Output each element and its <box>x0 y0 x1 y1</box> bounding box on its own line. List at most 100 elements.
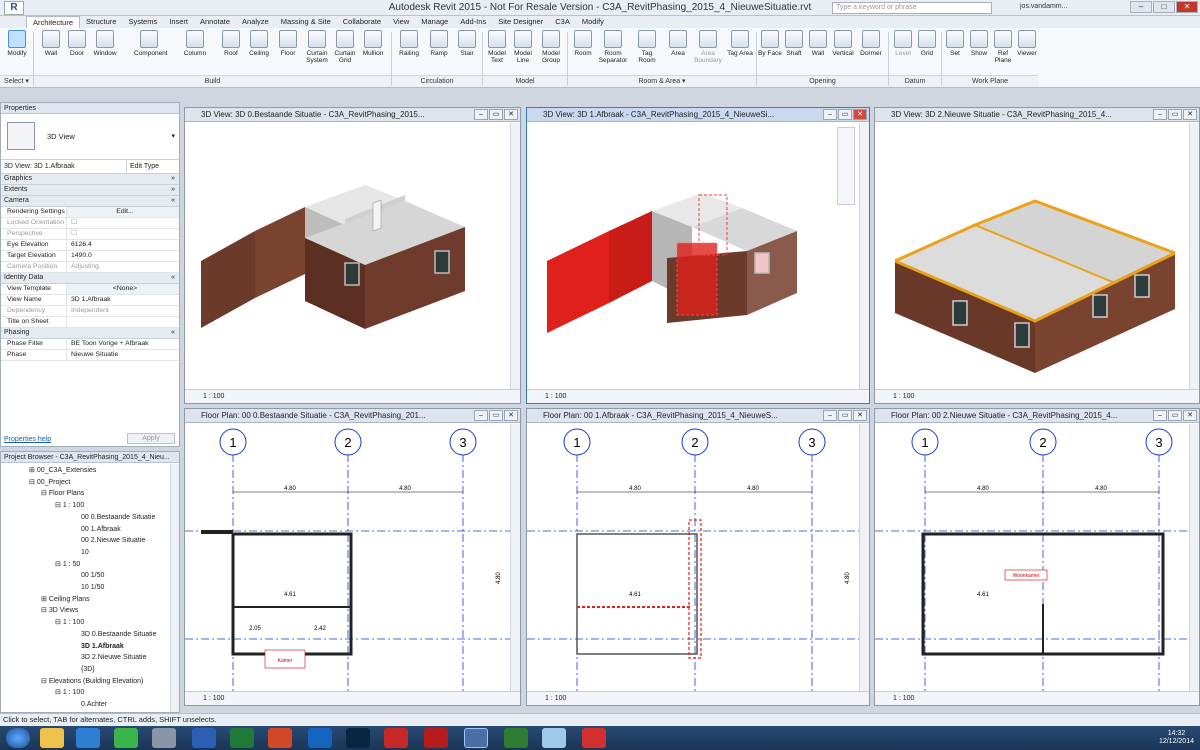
autocad-icon[interactable] <box>424 728 448 748</box>
view-floorplan-nieuwe[interactable]: Floor Plan: 00 2.Nieuwe Situatie - C3A_R… <box>874 408 1200 706</box>
minimize-view-button[interactable]: – <box>823 109 837 120</box>
view-scrollbar[interactable] <box>1189 424 1199 691</box>
type-selector[interactable]: 3D View ▾ <box>1 114 179 160</box>
view-scrollbar[interactable] <box>859 123 869 389</box>
prop-row[interactable]: Target Elevation 1490.0 <box>1 251 179 262</box>
tab-c3a[interactable]: C3A <box>549 16 576 28</box>
view-scale[interactable]: 1 : 100 <box>893 695 914 702</box>
tab-view[interactable]: View <box>387 16 415 28</box>
search-input[interactable]: Type a keyword or phrase <box>832 2 992 14</box>
instance-selector[interactable]: 3D View: 3D 1.Afbraak <box>1 160 127 173</box>
tag-area-button[interactable]: Tag Area <box>727 30 753 57</box>
tree-item[interactable]: ⊟ 1 : 100 <box>1 500 179 512</box>
minimize-view-button[interactable]: – <box>474 410 488 421</box>
prop-row[interactable]: Eye Elevation 6126.4 <box>1 240 179 251</box>
prop-row[interactable]: Phase Nieuwe Situatie <box>1 350 179 361</box>
model-line-button[interactable]: Model Line <box>510 30 536 64</box>
tree-item[interactable]: ⊞ 00_C3A_Extensies <box>1 465 179 477</box>
opening-wall-button[interactable]: Wall <box>805 30 831 57</box>
view-canvas[interactable] <box>185 123 520 389</box>
vertical-button[interactable]: Vertical <box>830 30 856 57</box>
tab-structure[interactable]: Structure <box>80 16 122 28</box>
ceiling-button[interactable]: Ceiling <box>246 30 272 57</box>
tree-item[interactable]: 00 0.Bestaande Situatie <box>1 512 179 524</box>
mullion-button[interactable]: Mullion <box>360 30 386 57</box>
tab-manage[interactable]: Manage <box>415 16 454 28</box>
close-view-button[interactable]: ✕ <box>504 109 518 120</box>
tab-insert[interactable]: Insert <box>163 16 194 28</box>
restore-view-button[interactable]: ▭ <box>838 410 852 421</box>
tab-add-ins[interactable]: Add-Ins <box>454 16 492 28</box>
network-icon[interactable] <box>152 728 176 748</box>
component-button[interactable]: Component <box>134 30 168 57</box>
app-icon[interactable] <box>542 728 566 748</box>
minimize-view-button[interactable]: – <box>1153 109 1167 120</box>
view-scrollbar[interactable] <box>510 424 520 691</box>
group-camera[interactable]: Camera « <box>1 196 179 207</box>
view-floorplan-bestaande[interactable]: Floor Plan: 00 0.Bestaande Situatie - C3… <box>184 408 521 706</box>
tab-modify[interactable]: Modify <box>576 16 610 28</box>
ramp-button[interactable]: Ramp <box>426 30 452 57</box>
prop-row[interactable]: Locked Orientation ☐ <box>1 218 179 229</box>
view-scrollbar[interactable] <box>510 123 520 389</box>
system-clock[interactable]: 14:32 12/12/2014 <box>1159 730 1194 746</box>
tree-item[interactable]: 10 1/50 <box>1 582 179 594</box>
edit-type-button[interactable]: Edit Type <box>127 160 179 173</box>
tree-item[interactable]: ⊞ Ceiling Plans <box>1 594 179 606</box>
maximize-button[interactable]: □ <box>1153 1 1175 13</box>
panel-select[interactable]: Select ▾ <box>0 75 33 87</box>
group-phasing[interactable]: Phasing « <box>1 328 179 339</box>
tree-item[interactable]: ⊟ 00_Project <box>1 477 179 489</box>
group-extents[interactable]: Extents» <box>1 185 179 196</box>
tab-massing-site[interactable]: Massing & Site <box>275 16 337 28</box>
restore-view-button[interactable]: ▭ <box>489 410 503 421</box>
tab-site-designer[interactable]: Site Designer <box>492 16 549 28</box>
curtain-grid-button[interactable]: Curtain Grid <box>332 30 358 64</box>
area-button[interactable]: Area <box>665 30 691 57</box>
view-scrollbar[interactable] <box>859 424 869 691</box>
rendering-edit-button[interactable]: Edit... <box>67 207 179 217</box>
tab-systems[interactable]: Systems <box>122 16 163 28</box>
close-view-button[interactable]: ✕ <box>853 410 867 421</box>
model-text-button[interactable]: Model Text <box>484 30 510 64</box>
view-canvas[interactable]: 1 2 3 4.80 4.80 4.61 4.80 <box>527 424 869 691</box>
show-workplane-button[interactable]: Show <box>966 30 992 57</box>
restore-view-button[interactable]: ▭ <box>838 109 852 120</box>
view-canvas[interactable] <box>527 123 869 389</box>
powerpoint-icon[interactable] <box>268 728 292 748</box>
file-explorer-icon[interactable] <box>40 728 64 748</box>
tree-item[interactable]: ⊟ Elevations (Building Elevation) <box>1 676 179 688</box>
tree-item[interactable]: 00 2.Nieuwe Situatie <box>1 535 179 547</box>
area-boundary-button[interactable]: Area Boundary <box>692 30 724 64</box>
prop-row[interactable]: View Name 3D 1.Afbraak <box>1 295 179 306</box>
model-group-button[interactable]: Model Group <box>538 30 564 64</box>
tab-collaborate[interactable]: Collaborate <box>337 16 387 28</box>
acrobat-icon[interactable] <box>384 728 408 748</box>
view-3d-bestaande[interactable]: 3D View: 3D 0.Bestaande Situatie - C3A_R… <box>184 107 521 404</box>
door-button[interactable]: Door <box>64 30 90 57</box>
restore-view-button[interactable]: ▭ <box>1168 410 1182 421</box>
restore-view-button[interactable]: ▭ <box>489 109 503 120</box>
close-view-button[interactable]: ✕ <box>504 410 518 421</box>
tree-item[interactable]: {3D} <box>1 664 179 676</box>
minimize-view-button[interactable]: – <box>1153 410 1167 421</box>
floor-button[interactable]: Floor <box>275 30 301 57</box>
level-button[interactable]: Level <box>890 30 916 57</box>
prop-row[interactable]: View Template <None> <box>1 284 179 295</box>
internet-explorer-icon[interactable] <box>76 728 100 748</box>
close-view-button[interactable]: ✕ <box>1183 109 1197 120</box>
viewer-button[interactable]: Viewer <box>1014 30 1040 57</box>
close-view-button[interactable]: ✕ <box>1183 410 1197 421</box>
dormer-button[interactable]: Dormer <box>858 30 884 57</box>
view-scale[interactable]: 1 : 100 <box>545 393 566 400</box>
view-floorplan-afbraak[interactable]: Floor Plan: 00 1.Afbraak - C3A_RevitPhas… <box>526 408 870 706</box>
by-face-button[interactable]: By Face <box>757 30 783 57</box>
view-canvas[interactable] <box>875 123 1199 389</box>
shaft-button[interactable]: Shaft <box>781 30 807 57</box>
chrome-icon[interactable] <box>114 728 138 748</box>
window-button[interactable]: Window <box>92 30 118 57</box>
close-view-button[interactable]: ✕ <box>853 109 867 120</box>
group-identity-data[interactable]: Identity Data « <box>1 273 179 284</box>
prop-row[interactable]: Title on Sheet <box>1 317 179 328</box>
tag-room-button[interactable]: Tag Room <box>634 30 660 64</box>
